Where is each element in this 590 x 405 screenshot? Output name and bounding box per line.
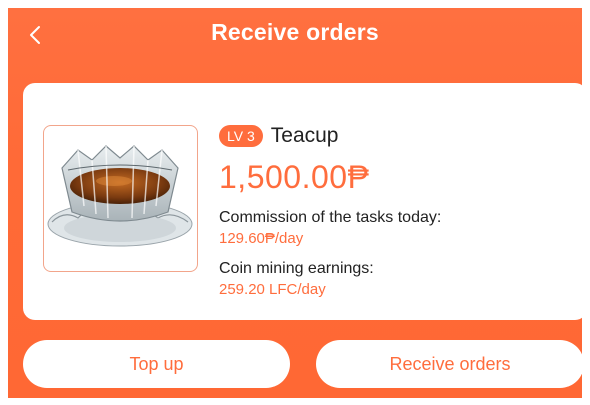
product-info: LV 3 Teacup 1,500.00₱ Commission of the … xyxy=(219,123,567,298)
top-bar: Receive orders xyxy=(8,8,582,68)
commission-label: Commission of the tasks today: xyxy=(219,209,442,226)
teacup-image xyxy=(47,145,193,247)
commission-value: 129.60₱/day xyxy=(219,230,304,247)
page-title: Receive orders xyxy=(211,19,379,45)
app-screen: Receive orders LV 3 Teacup 1,500.00₱ Com… xyxy=(8,8,582,398)
mining-label: Coin mining earnings: xyxy=(219,260,374,277)
product-name: Teacup xyxy=(270,124,339,147)
product-price: 1,500.00₱ xyxy=(219,159,370,195)
product-card: LV 3 Teacup 1,500.00₱ Commission of the … xyxy=(23,83,582,320)
level-badge: LV 3 xyxy=(219,125,263,147)
mining-value: 259.20 LFC/day xyxy=(219,281,326,298)
top-up-button[interactable]: Top up xyxy=(23,340,290,388)
product-heading: LV 3 Teacup xyxy=(219,123,567,149)
product-image xyxy=(43,125,198,272)
receive-orders-button[interactable]: Receive orders xyxy=(316,340,582,388)
